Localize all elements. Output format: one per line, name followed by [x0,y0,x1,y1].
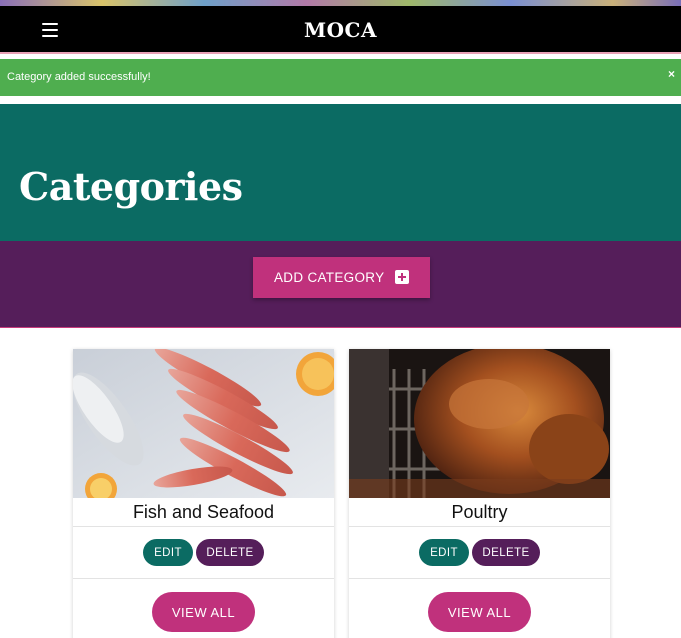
card-divider [349,578,610,579]
category-card: Poultry EDIT DELETE VIEW ALL [349,349,610,638]
plus-square-icon [395,270,409,284]
navbar: MOCA [0,6,681,54]
add-category-button[interactable]: ADD CATEGORY [253,257,430,298]
card-divider [349,526,610,527]
edit-button[interactable]: EDIT [419,539,469,566]
category-name: Fish and Seafood [132,502,275,522]
success-alert: Category added successfully! × [0,59,681,96]
card-actions: EDIT DELETE [73,539,334,566]
page-title: Categories [19,164,243,209]
card-actions: EDIT DELETE [349,539,610,566]
navbar-divider [0,52,681,54]
view-all-button[interactable]: VIEW ALL [428,592,531,632]
card-divider [73,526,334,527]
action-bar: ADD CATEGORY [0,241,681,328]
category-image-fish [73,349,334,498]
action-bar-divider [0,327,681,328]
delete-button[interactable]: DELETE [196,539,264,566]
edit-button[interactable]: EDIT [143,539,193,566]
category-card: Fish and Seafood EDIT DELETE VIEW ALL [73,349,334,638]
card-divider [73,578,334,579]
delete-button[interactable]: DELETE [472,539,540,566]
category-image-poultry [349,349,610,498]
add-category-label: ADD CATEGORY [274,270,385,285]
category-name: Poultry [451,502,508,522]
page-header: Categories [0,104,681,241]
brand-logo[interactable]: MOCA [0,18,681,42]
view-all-button[interactable]: VIEW ALL [152,592,255,632]
close-icon[interactable]: × [668,67,675,81]
alert-message: Category added successfully! [7,71,151,83]
